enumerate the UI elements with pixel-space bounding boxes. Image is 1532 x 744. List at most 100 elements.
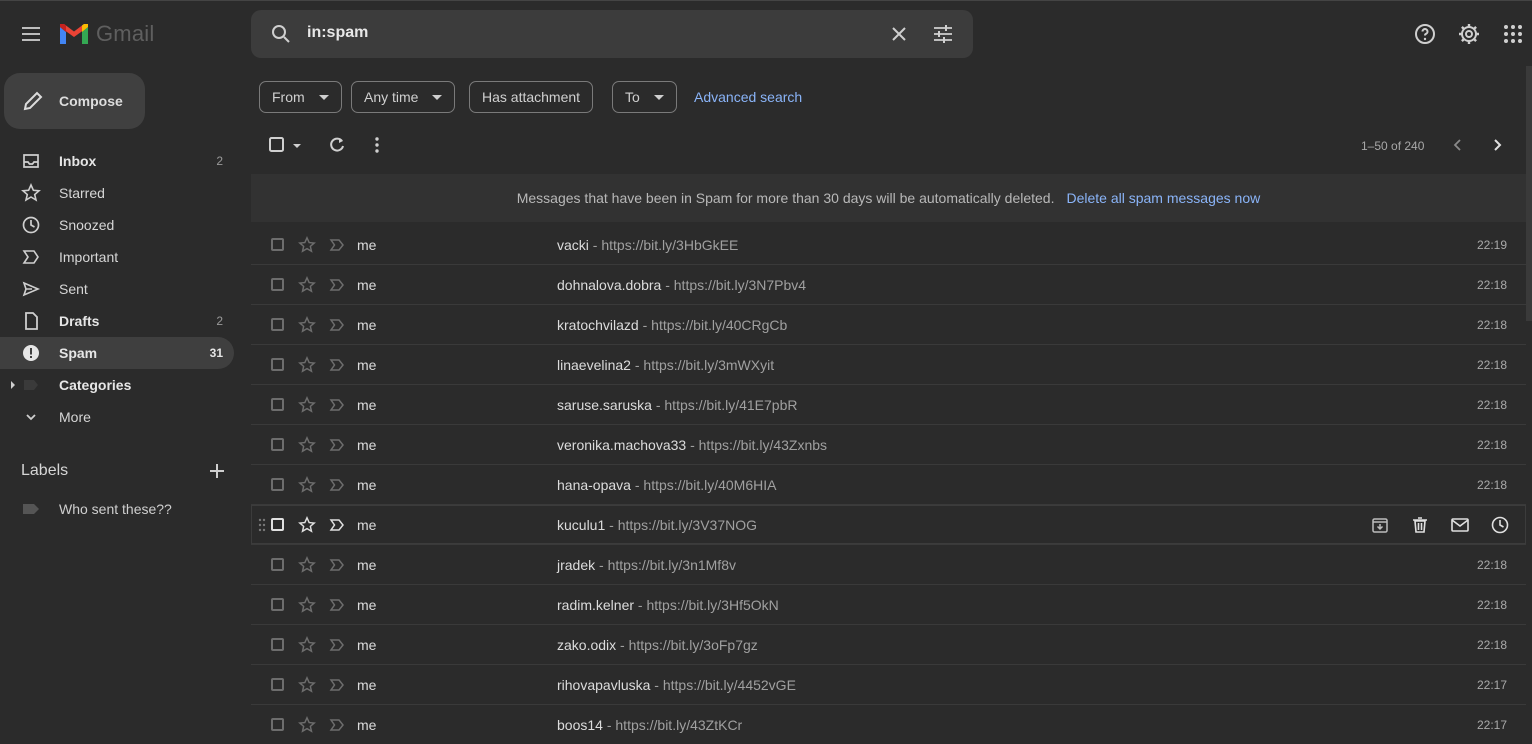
- email-row[interactable]: me linaevelina2 - https://bit.ly/3mWXyit 2…: [251, 345, 1526, 385]
- important-marker-icon[interactable]: [329, 357, 345, 373]
- help-icon[interactable]: [1413, 22, 1437, 46]
- label-tag-icon: [23, 504, 39, 514]
- email-row[interactable]: me hana-opava - https://bit.ly/40M6HIA 22:…: [251, 465, 1526, 505]
- email-row[interactable]: me kuculu1 - https://bit.ly/3V37NOG: [251, 505, 1526, 545]
- sidebar-item-categories[interactable]: Categories: [0, 369, 234, 401]
- email-subject: zako.odix - https://bit.ly/3oFp7gz: [557, 637, 758, 653]
- star-icon[interactable]: [298, 636, 316, 654]
- draft-icon: [25, 312, 38, 330]
- filter-any-time[interactable]: Any time: [351, 81, 456, 113]
- star-icon[interactable]: [298, 316, 316, 334]
- trash-icon[interactable]: [1410, 515, 1430, 535]
- plus-icon[interactable]: [206, 460, 228, 482]
- star-icon[interactable]: [298, 356, 316, 374]
- email-subject-text: kuculu1: [557, 517, 606, 533]
- row-checkbox[interactable]: [271, 518, 284, 531]
- select-all-checkbox[interactable]: [268, 135, 288, 155]
- email-row[interactable]: me jradek - https://bit.ly/3n1Mf8v 22:18: [251, 545, 1526, 585]
- search-icon[interactable]: [269, 22, 293, 46]
- email-row[interactable]: me kratochvilazd - https://bit.ly/40CRgCb…: [251, 305, 1526, 345]
- important-marker-icon[interactable]: [329, 317, 345, 333]
- important-marker-icon[interactable]: [329, 237, 345, 253]
- email-row[interactable]: me vacki - https://bit.ly/3HbGkEE 22:19: [251, 225, 1526, 265]
- row-checkbox[interactable]: [271, 438, 284, 451]
- email-row[interactable]: me dohnalova.dobra - https://bit.ly/3N7Pb…: [251, 265, 1526, 305]
- row-checkbox[interactable]: [271, 278, 284, 291]
- star-icon[interactable]: [298, 716, 316, 734]
- expand-arrow-icon[interactable]: [9, 380, 17, 390]
- row-checkbox[interactable]: [271, 478, 284, 491]
- select-dropdown-icon[interactable]: [291, 135, 303, 155]
- snooze-clock-icon[interactable]: [1490, 515, 1510, 535]
- important-marker-icon[interactable]: [329, 597, 345, 613]
- filter-from[interactable]: From: [259, 81, 342, 113]
- email-snippet-separator: -: [651, 397, 665, 413]
- close-icon[interactable]: [887, 22, 911, 46]
- sidebar-item-sent[interactable]: Sent: [0, 273, 234, 305]
- email-snippet-separator: -: [661, 277, 674, 293]
- chevron-left-icon[interactable]: [1448, 135, 1468, 155]
- filter-to[interactable]: To: [612, 81, 677, 113]
- delete-all-spam-link[interactable]: Delete all spam messages now: [1066, 190, 1260, 206]
- main-menu-icon[interactable]: [19, 22, 43, 46]
- row-checkbox[interactable]: [271, 318, 284, 331]
- refresh-icon[interactable]: [327, 135, 347, 155]
- important-marker-icon[interactable]: [329, 557, 345, 573]
- sidebar-item-inbox[interactable]: Inbox 2: [0, 145, 234, 177]
- important-marker-icon[interactable]: [329, 517, 345, 533]
- chevron-right-icon[interactable]: [1487, 135, 1507, 155]
- archive-icon[interactable]: [1370, 515, 1390, 535]
- important-marker-icon[interactable]: [329, 717, 345, 733]
- mark-unread-icon[interactable]: [1450, 515, 1470, 535]
- more-vert-icon[interactable]: [367, 135, 387, 155]
- sidebar-item-more[interactable]: More: [0, 401, 234, 433]
- apps-grid-icon[interactable]: [1501, 22, 1525, 46]
- sidebar-item-spam[interactable]: Spam 31: [0, 337, 234, 369]
- email-snippet: https://bit.ly/3oFp7gz: [628, 637, 758, 653]
- gear-icon[interactable]: [1457, 22, 1481, 46]
- star-icon[interactable]: [298, 396, 316, 414]
- row-checkbox[interactable]: [271, 358, 284, 371]
- row-checkbox[interactable]: [271, 558, 284, 571]
- star-icon[interactable]: [298, 556, 316, 574]
- row-checkbox[interactable]: [271, 718, 284, 731]
- important-marker-icon[interactable]: [329, 277, 345, 293]
- sidebar-item-drafts[interactable]: Drafts 2: [0, 305, 234, 337]
- important-marker-icon[interactable]: [329, 677, 345, 693]
- row-checkbox[interactable]: [271, 238, 284, 251]
- sidebar-item-starred[interactable]: Starred: [0, 177, 234, 209]
- scrollbar[interactable]: [1526, 66, 1532, 321]
- email-row[interactable]: me boos14 - https://bit.ly/43ZtKCr 22:17: [251, 705, 1526, 744]
- row-checkbox[interactable]: [271, 638, 284, 651]
- filter-has-attachment[interactable]: Has attachment: [469, 81, 594, 113]
- star-icon[interactable]: [298, 276, 316, 294]
- compose-button[interactable]: Compose: [4, 73, 145, 129]
- star-icon[interactable]: [298, 236, 316, 254]
- drag-handle-icon[interactable]: [258, 518, 266, 532]
- email-row[interactable]: me veronika.machova33 - https://bit.ly/43…: [251, 425, 1526, 465]
- email-time: 22:19: [1476, 238, 1507, 252]
- label-item-who-sent-these[interactable]: Who sent these??: [0, 493, 234, 523]
- star-icon[interactable]: [298, 436, 316, 454]
- star-icon[interactable]: [298, 476, 316, 494]
- row-checkbox[interactable]: [271, 678, 284, 691]
- email-row[interactable]: me saruse.saruska - https://bit.ly/41E7pb…: [251, 385, 1526, 425]
- search-input[interactable]: [307, 24, 867, 42]
- row-checkbox[interactable]: [271, 398, 284, 411]
- important-marker-icon[interactable]: [329, 437, 345, 453]
- row-checkbox[interactable]: [271, 598, 284, 611]
- important-marker-icon[interactable]: [329, 637, 345, 653]
- sidebar-item-important[interactable]: Important: [0, 241, 234, 273]
- email-row[interactable]: me radim.kelner - https://bit.ly/3Hf5OkN 2…: [251, 585, 1526, 625]
- email-row[interactable]: me rihovapavluska - https://bit.ly/4452vG…: [251, 665, 1526, 705]
- star-icon[interactable]: [298, 516, 316, 534]
- advanced-search-link[interactable]: Advanced search: [694, 89, 802, 105]
- star-icon[interactable]: [298, 596, 316, 614]
- important-marker-icon[interactable]: [329, 397, 345, 413]
- star-icon[interactable]: [298, 676, 316, 694]
- search-options-icon[interactable]: [931, 22, 955, 46]
- gmail-logo[interactable]: Gmail: [58, 21, 154, 47]
- sidebar-item-snoozed[interactable]: Snoozed: [0, 209, 234, 241]
- important-marker-icon[interactable]: [329, 477, 345, 493]
- email-row[interactable]: me zako.odix - https://bit.ly/3oFp7gz 22:1…: [251, 625, 1526, 665]
